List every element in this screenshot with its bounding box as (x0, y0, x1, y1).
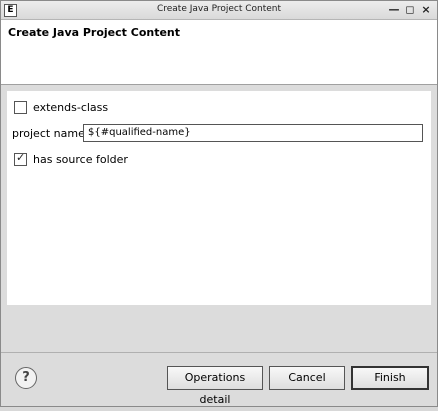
close-icon[interactable]: × (420, 3, 432, 16)
minimize-icon[interactable]: — (388, 3, 400, 16)
has-source-folder-label: has source folder (33, 153, 128, 166)
operations-detail-button[interactable]: Operations detail (167, 366, 263, 406)
cancel-button[interactable]: Cancel (269, 366, 345, 390)
has-source-folder-checkbox[interactable] (14, 151, 27, 166)
extends-class-checkbox[interactable] (14, 101, 27, 114)
dialog-header: Create Java Project Content (1, 20, 437, 85)
maximize-icon[interactable]: ◻ (404, 3, 416, 16)
finish-button[interactable]: Finish (351, 366, 429, 390)
window-title: Create Java Project Content (156, 4, 282, 14)
dialog-window: E Create Java Project Content — ◻ × Crea… (0, 0, 438, 407)
help-icon[interactable]: ? (15, 367, 37, 389)
form-panel: extends-class project name: ${#qualified… (7, 91, 431, 305)
button-bar-divider (1, 352, 437, 353)
page-title: Create Java Project Content (8, 26, 181, 39)
project-name-label: project name: (12, 127, 89, 140)
project-name-input[interactable]: ${#qualified-name} (83, 124, 423, 142)
extends-class-label: extends-class (33, 101, 109, 114)
title-bar[interactable]: E Create Java Project Content — ◻ × (1, 1, 437, 20)
